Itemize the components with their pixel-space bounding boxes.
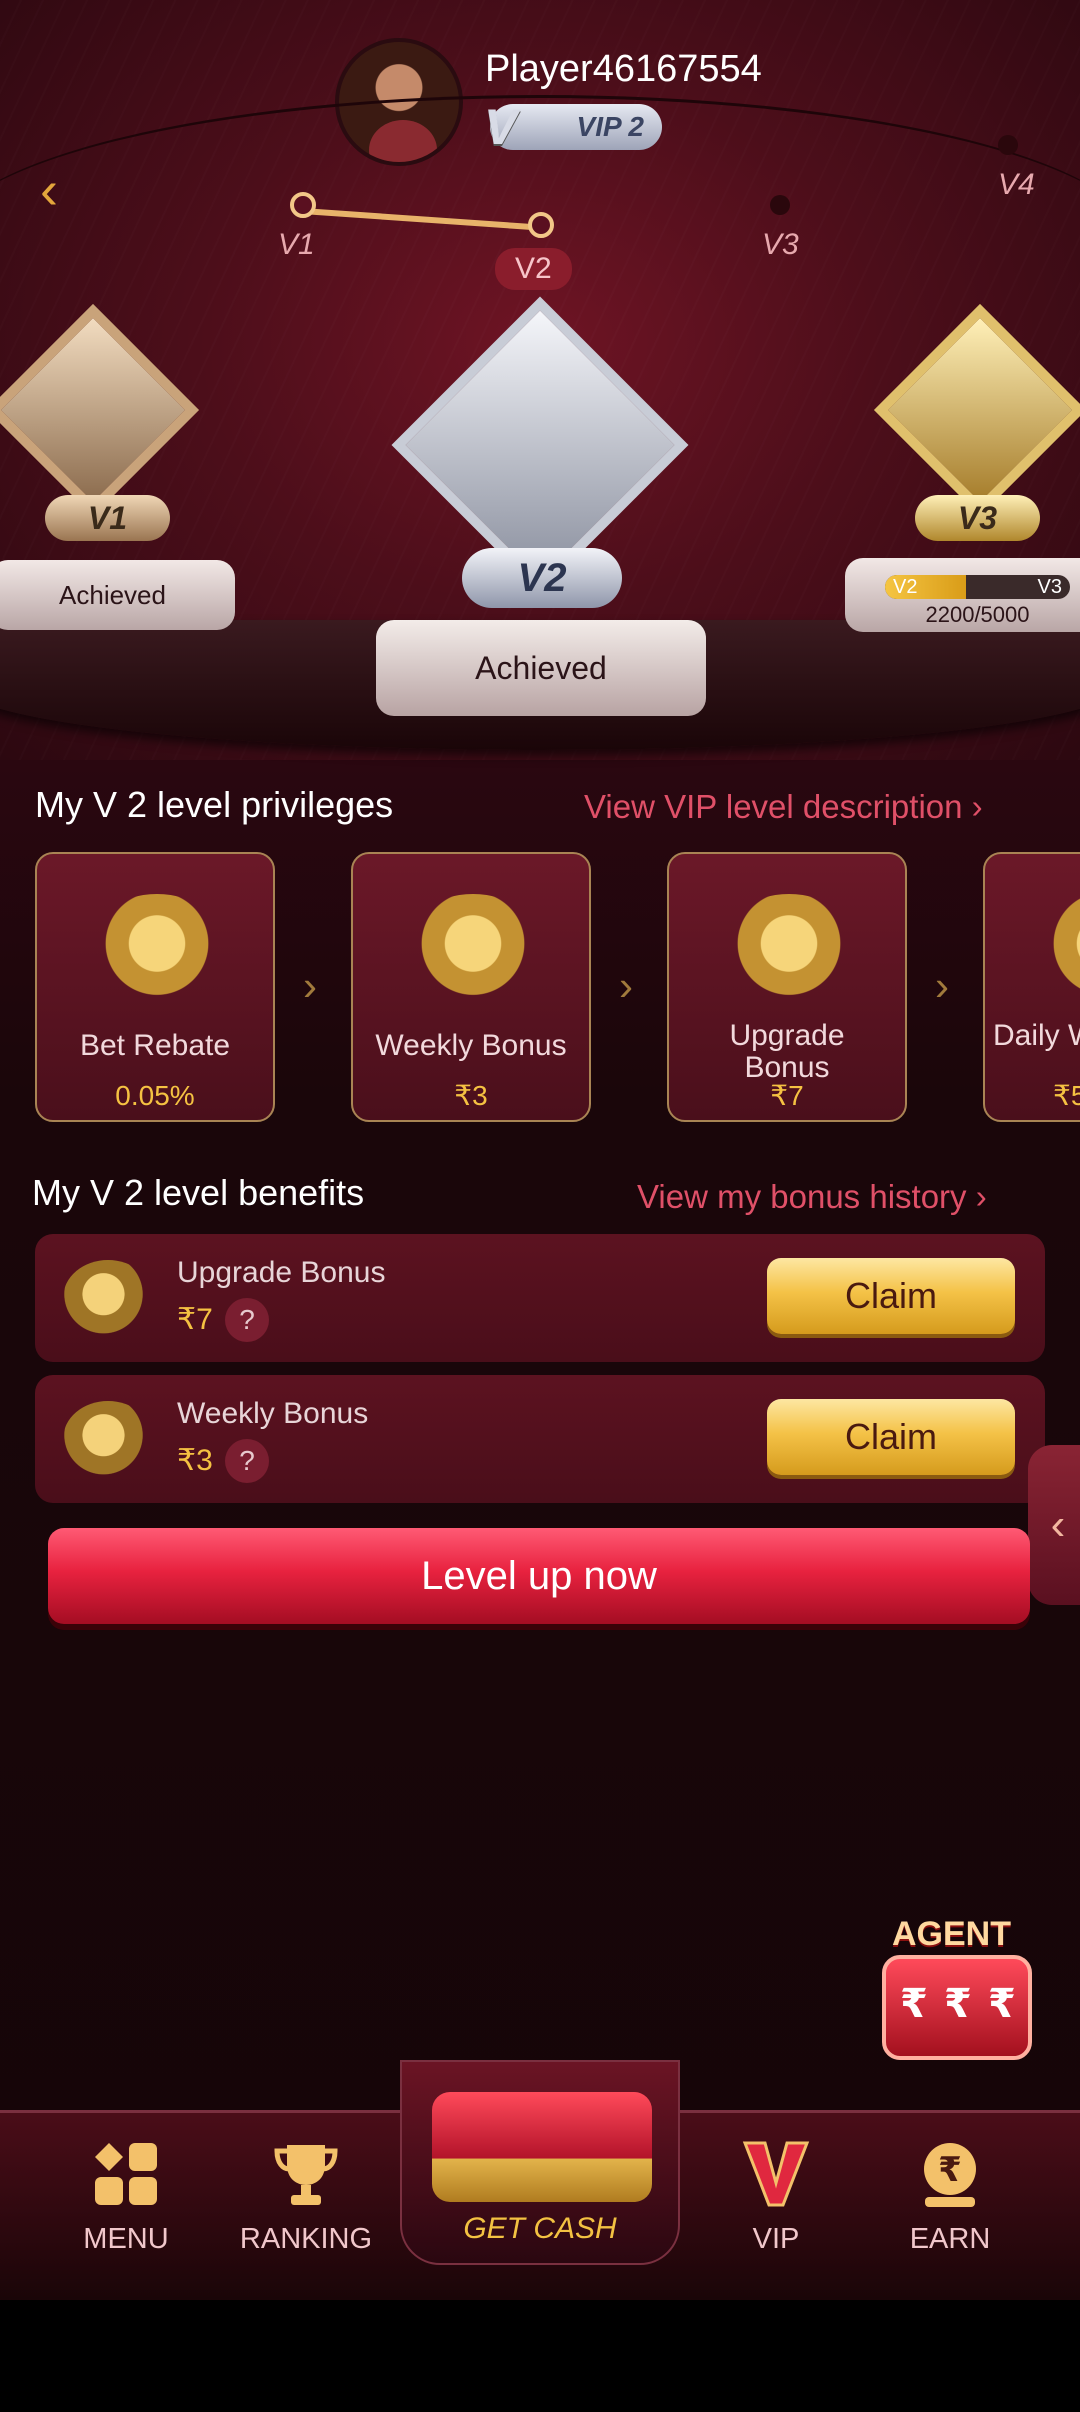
- level-label-v1: V1: [278, 228, 315, 261]
- privilege-value: ₹7: [770, 1080, 804, 1111]
- privilege-name: Upgrade Bonus: [729, 1019, 845, 1084]
- level-up-button[interactable]: Level up now: [48, 1528, 1030, 1624]
- treasure-chest-icon: [432, 2092, 652, 2202]
- level-dot-v2[interactable]: [528, 212, 554, 238]
- chevron-right-icon: ›: [619, 962, 633, 1009]
- privilege-name: Bet Rebate: [79, 1029, 231, 1062]
- vip-screen: Player46167554 V VIP 2 ‹ V1 V2 V3 V4 V1 …: [0, 0, 1080, 2412]
- privilege-name: Daily W: [993, 1019, 1080, 1052]
- crown-chest-icon: [403, 894, 543, 1004]
- player-name: Player46167554: [485, 48, 762, 90]
- privilege-card-weekly-bonus[interactable]: Weekly Bonus ₹3: [351, 852, 591, 1122]
- get-cash-button[interactable]: GET CASH: [400, 2060, 680, 2265]
- help-icon[interactable]: ?: [225, 1298, 269, 1342]
- rupee-reel-1: ₹: [900, 1982, 928, 2026]
- benefits-title: My V 2 level benefits: [32, 1172, 365, 1213]
- benefit-amount: ₹3: [177, 1444, 213, 1477]
- privileges-list[interactable]: Bet Rebate 0.05% › Weekly Bonus ₹3 › Upg…: [35, 852, 1080, 1122]
- rupee-coin-icon: ₹: [924, 2143, 976, 2207]
- privilege-value: ₹5: [1053, 1080, 1080, 1111]
- vip-description-link-label: View VIP level description: [584, 788, 963, 825]
- chevron-right-icon: ›: [303, 962, 317, 1009]
- help-icon[interactable]: ?: [225, 1439, 269, 1483]
- v2-level-tag: V2: [462, 548, 622, 608]
- rupee-reel-3: ₹: [988, 1982, 1016, 2026]
- side-drawer-tab[interactable]: ‹: [1028, 1445, 1080, 1605]
- level-dot-v1[interactable]: [290, 192, 316, 218]
- v3-level-tag: V3: [915, 495, 1040, 541]
- coin-stack-icon: [87, 894, 227, 1004]
- privilege-value: 0.05%: [115, 1080, 195, 1111]
- v2-status: Achieved: [376, 620, 706, 716]
- bonus-history-link-label: View my bonus history: [637, 1178, 967, 1215]
- vip-description-link[interactable]: View VIP level description ›: [584, 788, 983, 826]
- privilege-name: Weekly Bonus: [375, 1029, 567, 1062]
- progress-from-label: V2: [893, 576, 918, 598]
- nav-ranking[interactable]: RANKING: [216, 2139, 396, 2289]
- nav-label-earn: EARN: [909, 2223, 991, 2255]
- nav-earn[interactable]: ₹ EARN: [860, 2139, 1040, 2289]
- privileges-title: My V 2 level privileges: [35, 784, 394, 825]
- nav-label-ranking: RANKING: [239, 2223, 373, 2255]
- v1-level-tag: V1: [45, 495, 170, 541]
- privilege-value: ₹3: [454, 1080, 488, 1111]
- vip-v-icon: [742, 2141, 810, 2207]
- benefit-name: Upgrade Bonus: [177, 1256, 386, 1289]
- nav-menu[interactable]: MENU: [36, 2139, 216, 2289]
- level-label-v4: V4: [998, 168, 1035, 201]
- claim-upgrade-bonus-button[interactable]: Claim: [767, 1258, 1015, 1334]
- level-label-v3: V3: [762, 228, 799, 261]
- nav-label-vip: VIP: [752, 2223, 800, 2255]
- chevron-right-icon: ›: [935, 962, 949, 1009]
- nav-vip[interactable]: VIP: [686, 2139, 866, 2289]
- benefit-amount: ₹7: [177, 1303, 213, 1336]
- privilege-card-bet-rebate[interactable]: Bet Rebate 0.05%: [35, 852, 275, 1122]
- arrow-up-coins-icon: [719, 894, 859, 1004]
- chevron-left-icon: ‹: [1050, 1500, 1066, 1549]
- nav-label-get-cash: GET CASH: [463, 2212, 617, 2245]
- benefit-name: Weekly Bonus: [177, 1397, 369, 1430]
- privilege-card-upgrade-bonus[interactable]: Upgrade Bonus ₹7: [667, 852, 907, 1122]
- privilege-card-daily[interactable]: Daily W ₹5: [983, 852, 1080, 1122]
- svg-text:₹: ₹: [938, 2150, 962, 2190]
- slot-machine-icon: ₹ ₹ ₹: [882, 1955, 1032, 2060]
- trophy-icon: [274, 2145, 338, 2205]
- coin-stack-icon: [63, 1260, 153, 1336]
- v3-progress-text: 2200/5000: [925, 602, 1030, 627]
- system-bottom-bar: [0, 2300, 1080, 2412]
- v1-status: Achieved: [0, 560, 235, 630]
- benefit-row-weekly-bonus: Weekly Bonus ₹3 ? Claim: [35, 1375, 1045, 1503]
- benefit-row-upgrade-bonus: Upgrade Bonus ₹7 ? Claim: [35, 1234, 1045, 1362]
- level-label-v2: V2: [495, 248, 572, 290]
- progress-to-label: V3: [1037, 576, 1062, 598]
- claim-weekly-bonus-button[interactable]: Claim: [767, 1399, 1015, 1475]
- agent-button[interactable]: AGENT ₹ ₹ ₹: [862, 1915, 1052, 2065]
- agent-label: AGENT: [892, 1915, 1011, 1953]
- menu-grid-icon: [95, 2143, 157, 2205]
- level-dot-v3[interactable]: [770, 195, 790, 215]
- v3-progress-bar: V2 V3: [885, 575, 1070, 599]
- level-dot-v4[interactable]: [998, 135, 1018, 155]
- nav-label-menu: MENU: [83, 2223, 169, 2255]
- rupee-reel-2: ₹: [944, 1982, 972, 2026]
- safe-icon: [1035, 894, 1080, 1004]
- bonus-history-link[interactable]: View my bonus history ›: [637, 1178, 987, 1216]
- coin-stack-icon: [63, 1401, 153, 1477]
